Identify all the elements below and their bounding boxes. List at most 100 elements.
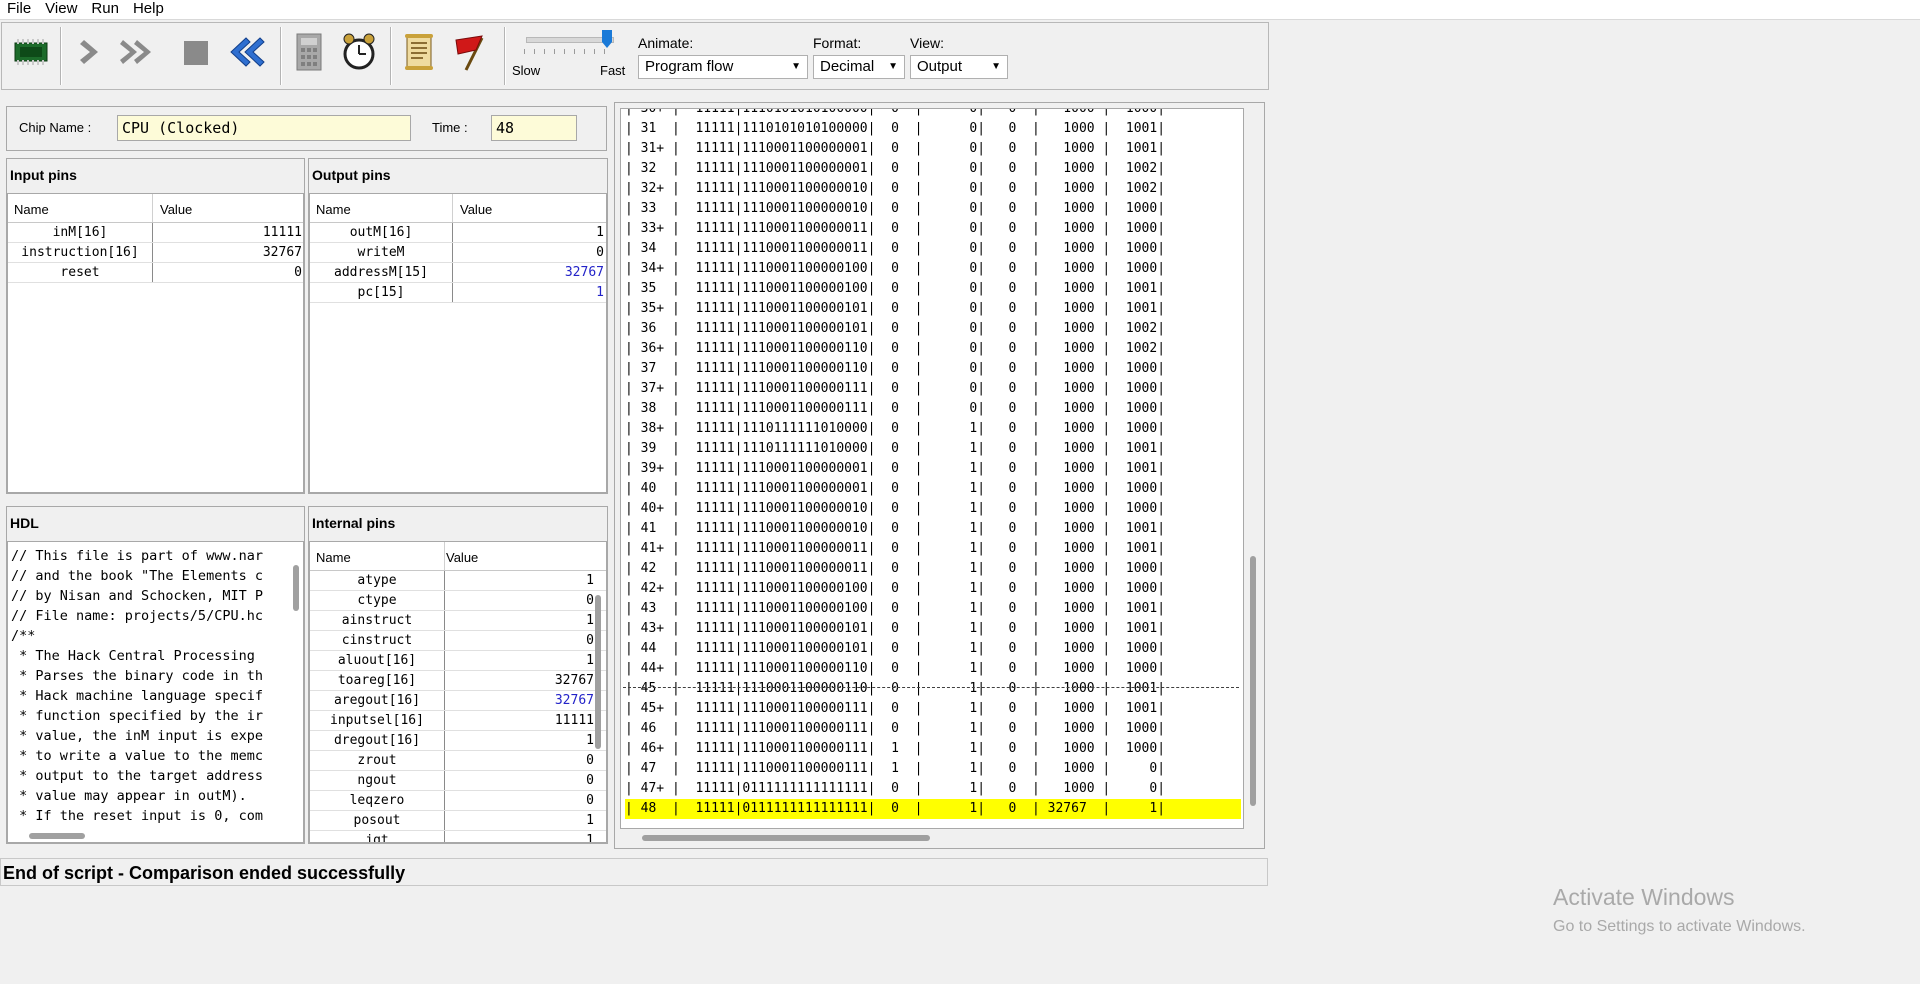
format-label: Format: (813, 35, 862, 51)
animate-select[interactable]: Program flow ▼ (638, 55, 808, 79)
pin-value[interactable]: 11111 (156, 225, 302, 240)
table-row: dregout[16] 1 (310, 731, 606, 751)
pin-value[interactable]: 0 (156, 265, 302, 280)
output-row: | 42+ | 11111|1110001100000100| 0 | 1| 0… (625, 581, 1166, 596)
pin-value: 32767 (564, 265, 604, 280)
table-row: ngout 0 (310, 771, 606, 791)
table-row[interactable]: instruction[16] 32767 (8, 243, 303, 263)
hdl-vertical-scrollbar[interactable] (293, 565, 299, 611)
pin-name: cinstruct (341, 633, 413, 648)
hdl-line: // and the book "The Elements c (11, 568, 263, 584)
output-pins-header: Name Value (310, 194, 606, 223)
menu-help[interactable]: Help (126, 0, 171, 19)
pin-value: 1 (586, 613, 594, 628)
speed-slider-track[interactable] (526, 37, 614, 43)
fast-forward-icon[interactable] (118, 33, 160, 71)
column-name: Name (14, 202, 49, 217)
chip-load-icon[interactable] (10, 33, 52, 71)
pin-name: addressM[15] (334, 265, 428, 280)
table-row: writeM 0 (310, 243, 606, 263)
view-label: View: (910, 35, 944, 51)
time-field[interactable]: 48 (491, 115, 577, 141)
menu-view[interactable]: View (38, 0, 84, 19)
rewind-icon[interactable] (226, 33, 268, 71)
view-select[interactable]: Output ▼ (910, 55, 1008, 79)
hdl-panel: HDL // This file is part of www.nar // an… (6, 506, 305, 844)
pin-value[interactable]: 32767 (156, 245, 302, 260)
speed-slider-thumb[interactable] (602, 30, 612, 48)
clock-icon[interactable] (338, 33, 380, 71)
speed-fast-label: Fast (600, 63, 626, 78)
pin-name: posout (353, 813, 401, 828)
table-row[interactable]: inM[16] 11111 (8, 223, 303, 243)
chevron-down-icon: ▼ (791, 61, 801, 72)
hdl-line: // This file is part of www.nar (11, 548, 263, 564)
output-row: | 32 | 11111|1110001100000001| 0 | 0| 0 … (625, 161, 1166, 176)
breakpoint-flag-icon[interactable] (450, 33, 492, 71)
time-label: Time : (432, 120, 468, 135)
output-row: | 45+ | 11111|1110001100000111| 0 | 1| 0… (625, 701, 1166, 716)
stop-icon[interactable] (174, 33, 216, 71)
format-select-value: Decimal (820, 58, 875, 75)
output-view[interactable]: | 30+ | 11111|1110101010100000| 0 | 0| 0… (620, 108, 1244, 829)
hdl-horizontal-scrollbar[interactable] (29, 833, 85, 839)
table-row: ainstruct 1 (310, 611, 606, 631)
pin-value: 0 (586, 633, 594, 648)
output-row: | 37 | 11111|1110001100000110| 0 | 0| 0 … (625, 361, 1166, 376)
animate-select-value: Program flow (645, 58, 734, 75)
column-name: Name (316, 550, 351, 565)
table-row: ctype 0 (310, 591, 606, 611)
view-select-value: Output (917, 58, 963, 75)
hdl-title: HDL (10, 515, 39, 531)
output-row: | 39+ | 11111|1110001100000001| 0 | 1| 0… (625, 461, 1166, 476)
output-row: | 38+ | 11111|1110111111010000| 0 | 1| 0… (625, 421, 1166, 436)
internal-pins-scrollbar[interactable] (595, 595, 601, 749)
output-row: | 44 | 11111|1110001100000101| 0 | 1| 0 … (625, 641, 1166, 656)
pin-name: leqzero (349, 793, 405, 808)
column-name: Name (316, 202, 351, 217)
calculator-icon[interactable] (288, 33, 330, 71)
column-value: Value (160, 202, 193, 217)
hdl-line: * value may appear in outM). (11, 788, 247, 804)
pin-value: 0 (596, 245, 604, 260)
format-select[interactable]: Decimal ▼ (813, 55, 905, 79)
menu-run[interactable]: Run (84, 0, 126, 19)
pin-name: dregout[16] (333, 733, 421, 748)
status-bar: End of script - Comparison ended success… (0, 858, 1268, 886)
output-row: | 45 | 11111|1110001100000110| 0 | 1| 0 … (625, 681, 1166, 696)
pin-name: reset (60, 265, 100, 280)
speed-ticks (524, 49, 614, 54)
chip-name-field[interactable]: CPU (Clocked) (117, 115, 411, 141)
script-icon[interactable] (398, 33, 440, 71)
pin-name: jgt (365, 833, 389, 843)
output-pins-table: Name Value outM[16] 1 writeM 0 addressM[15… (309, 193, 607, 493)
hdl-code-view[interactable]: // This file is part of www.nar // and th… (7, 541, 304, 843)
hdl-line: * output to the target address (11, 768, 263, 784)
output-pins-title: Output pins (312, 167, 391, 183)
menu-file[interactable]: File (0, 0, 38, 19)
pin-name: inputsel[16] (330, 713, 424, 728)
column-value: Value (446, 550, 479, 565)
pin-value: 1 (586, 733, 594, 748)
output-vertical-scrollbar[interactable] (1250, 556, 1256, 806)
hdl-line: // File name: projects/5/CPU.hc (11, 608, 263, 624)
single-step-icon[interactable] (70, 33, 112, 71)
output-horizontal-scrollbar[interactable] (642, 835, 930, 841)
internal-pins-header: Name Value (310, 542, 606, 571)
output-row-current: | 48 | 11111|0111111111111111| 0 | 1| 0 … (625, 799, 1241, 819)
pin-name: aregout[16] (333, 693, 421, 708)
activation-watermark-subtitle: Go to Settings to activate Windows. (1553, 918, 1806, 935)
output-row: | 40+ | 11111|1110001100000010| 0 | 1| 0… (625, 501, 1166, 516)
hdl-line: * If the reset input is 0, com (11, 808, 263, 824)
table-row: posout 1 (310, 811, 606, 831)
pin-value: 0 (586, 793, 594, 808)
pin-value: 0 (586, 593, 594, 608)
internal-pins-table: Name Value atype 1 ctype 0 ainstruct 1 cinstru… (309, 541, 607, 843)
table-row: pc[15] 1 (310, 283, 606, 303)
chip-info-panel: Chip Name : CPU (Clocked) Time : 48 (6, 106, 607, 151)
output-row: | 39 | 11111|1110111111010000| 0 | 1| 0 … (625, 441, 1166, 456)
table-row[interactable]: reset 0 (8, 263, 303, 283)
input-pins-header: Name Value (8, 194, 303, 223)
table-row: addressM[15] 32767 (310, 263, 606, 283)
output-row: | 40 | 11111|1110001100000001| 0 | 1| 0 … (625, 481, 1166, 496)
